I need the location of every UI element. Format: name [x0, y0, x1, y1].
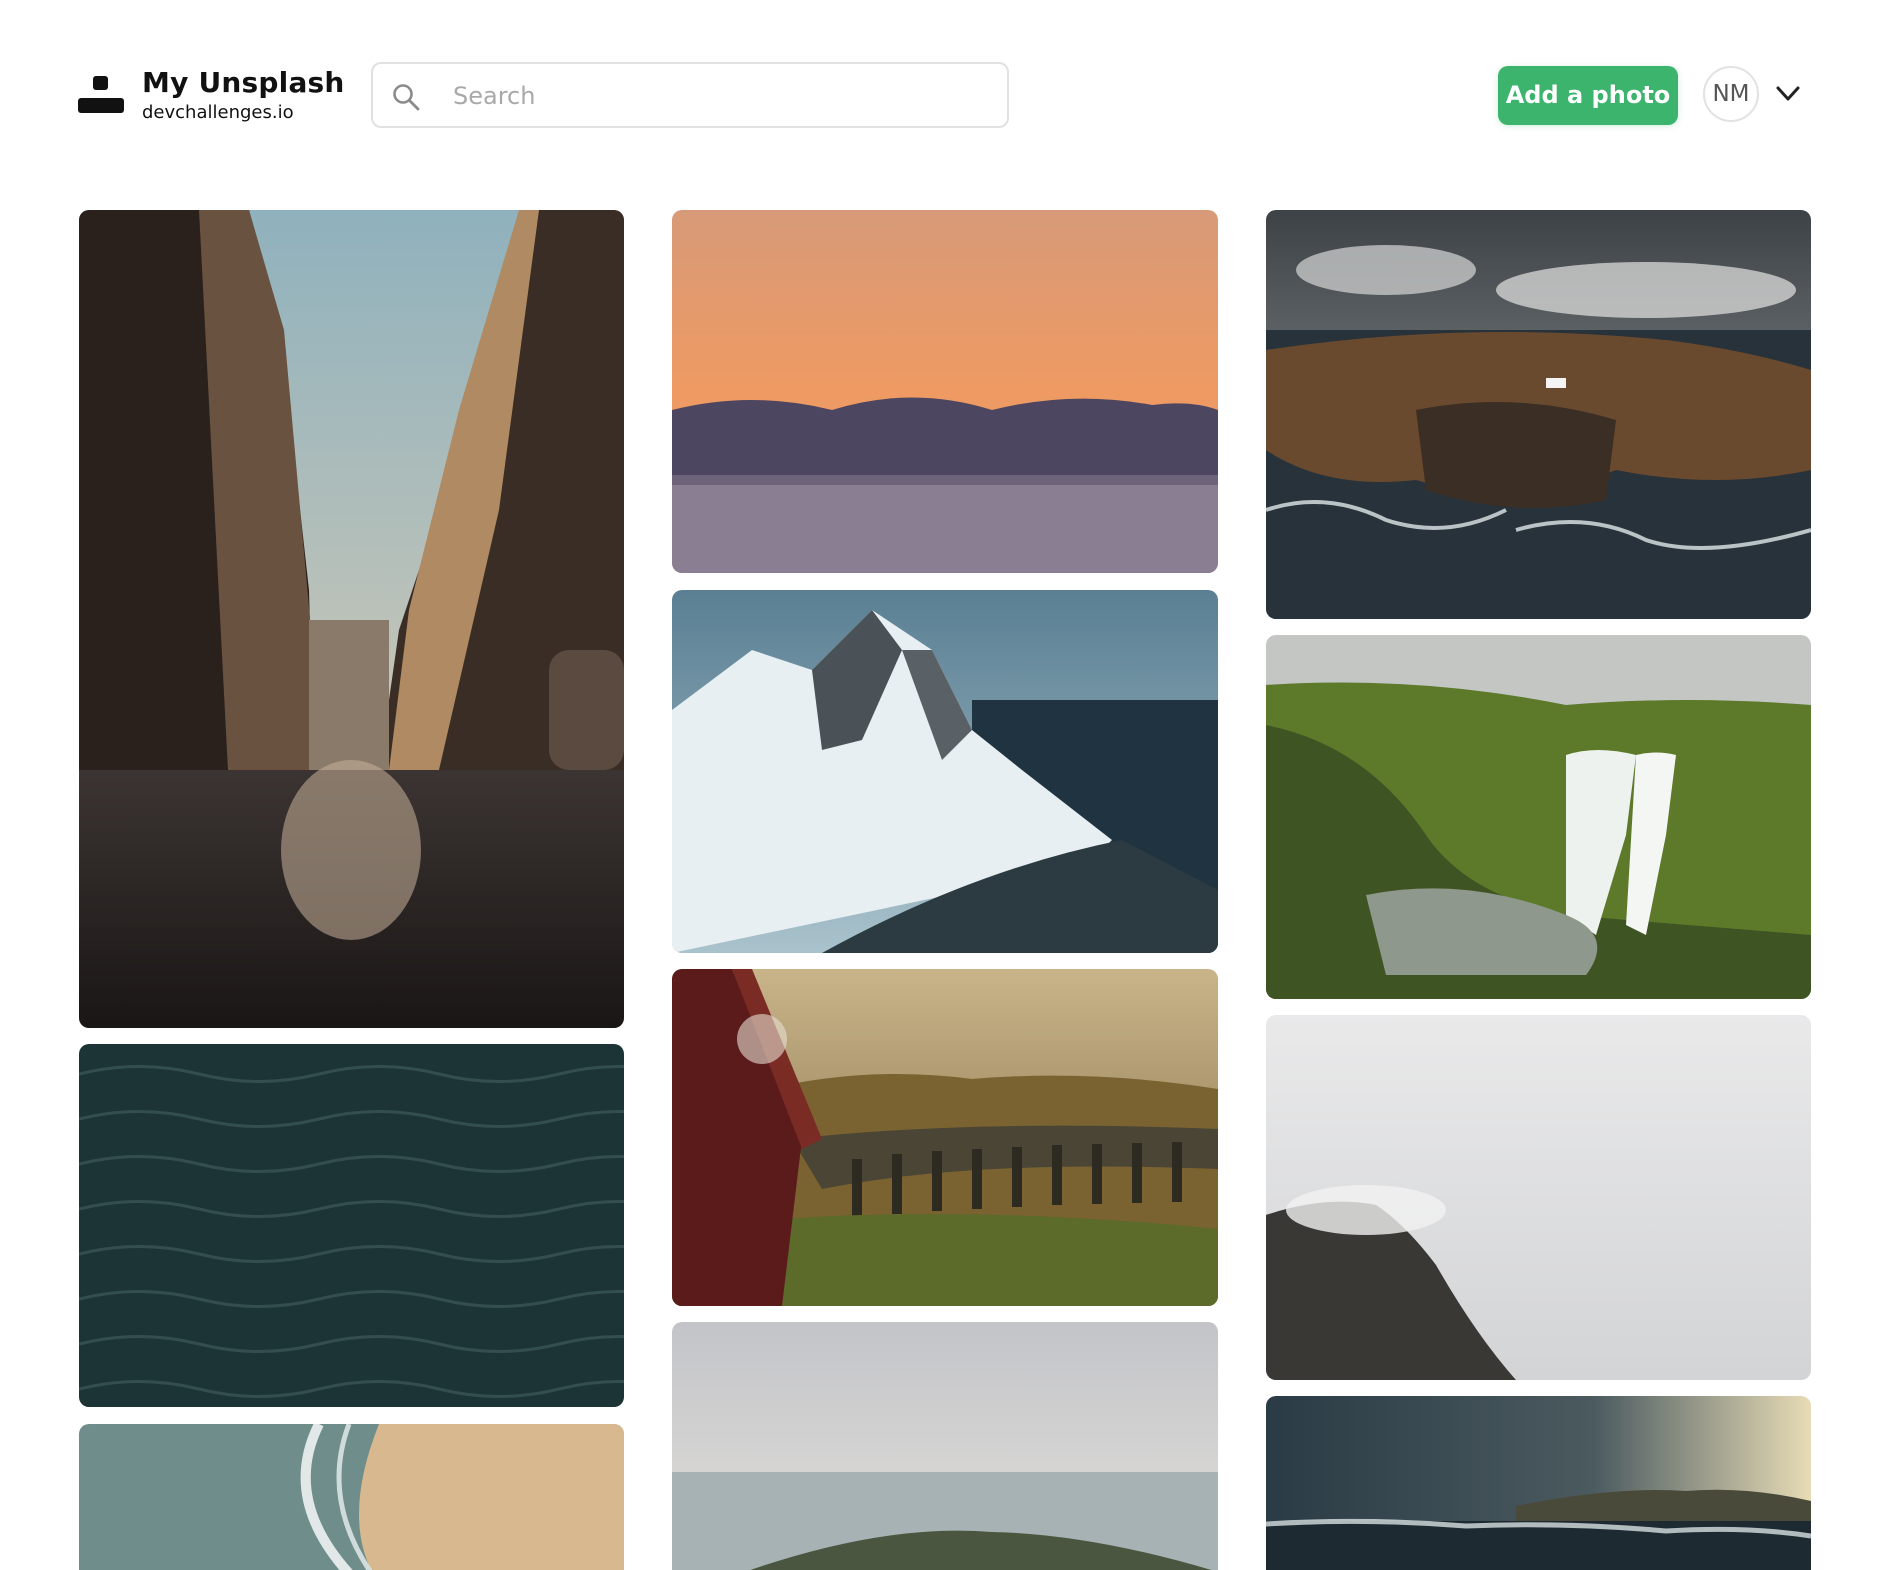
search-input[interactable] [451, 72, 995, 120]
photo-foggy-cliff[interactable] [1266, 1015, 1811, 1380]
photo-city-street[interactable] [79, 210, 624, 1028]
search-icon [391, 82, 421, 112]
photo-dark-ocean-water[interactable] [79, 1044, 624, 1407]
logo-title: My Unsplash [142, 66, 345, 99]
photo-coastal-island[interactable] [672, 1322, 1218, 1570]
logo-icon [78, 76, 124, 116]
top-bar: My Unsplash devchallenges.io Add a photo… [0, 0, 1892, 190]
page: My Unsplash devchallenges.io Add a photo… [0, 0, 1892, 1570]
chevron-down-icon[interactable] [1774, 82, 1802, 106]
photo-snowy-mountain[interactable] [672, 590, 1218, 953]
photo-rocky-coastline-cliff[interactable] [1266, 210, 1811, 619]
photo-sandy-beach[interactable] [79, 1424, 624, 1570]
photo-green-waterfall[interactable] [1266, 635, 1811, 999]
avatar[interactable]: NM [1703, 66, 1759, 122]
logo[interactable]: My Unsplash devchallenges.io [78, 66, 344, 126]
photo-steam-train-viaduct[interactable] [672, 969, 1218, 1306]
photo-stormy-sea[interactable] [1266, 1396, 1811, 1570]
photo-ocean-sunset[interactable] [672, 210, 1218, 573]
add-photo-button[interactable]: Add a photo [1498, 66, 1678, 125]
search-box[interactable] [371, 62, 1009, 128]
logo-subtitle: devchallenges.io [142, 102, 294, 123]
